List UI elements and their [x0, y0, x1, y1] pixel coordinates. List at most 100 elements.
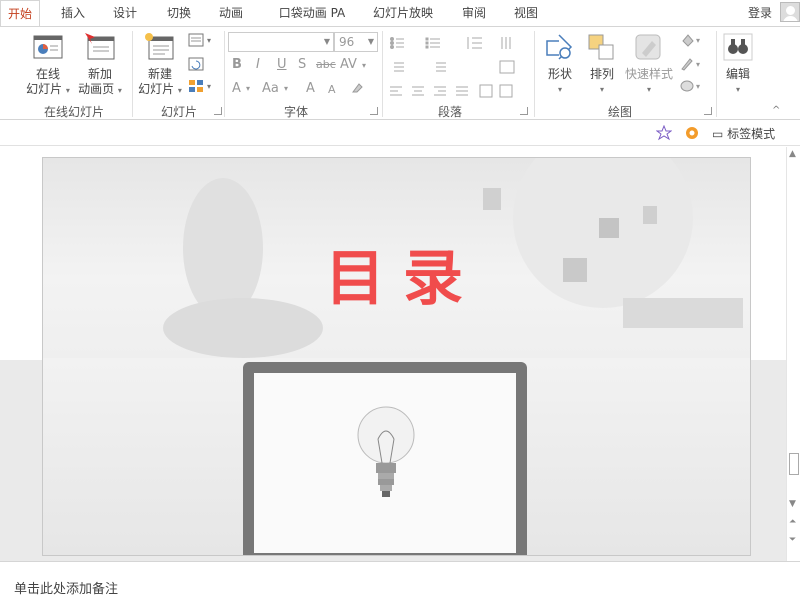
previous-slide-icon[interactable]: ⏶	[789, 517, 796, 527]
group-separator	[224, 31, 225, 117]
tab-animations[interactable]: 动画	[210, 0, 252, 26]
slide-canvas[interactable]: 目录	[42, 157, 751, 556]
tab-review[interactable]: 审阅	[454, 0, 494, 26]
quick-styles-button[interactable]: 快速样式 ▾	[622, 31, 676, 97]
ribbon: 在线 幻灯片 ▾ 新加 动画页 ▾ 在线幻灯片 新建 幻灯片 ▾ ▾ ▾ 幻灯片…	[0, 26, 800, 120]
layout-icon[interactable]: ▾	[188, 33, 214, 50]
new-slide-line1: 新建	[147, 67, 172, 81]
vertical-scrollbar[interactable]: ▲ ▼ ⏶ ⏷	[786, 147, 800, 561]
svg-text:▾: ▾	[696, 82, 700, 91]
online-slides-line1: 在线	[35, 67, 60, 81]
scroll-down-icon[interactable]: ▼	[789, 499, 796, 509]
group-separator	[382, 31, 383, 117]
laptop-screen	[254, 373, 516, 553]
tab-home[interactable]: 开始	[0, 0, 40, 27]
add-animation-page-button[interactable]: 新加 动画页 ▾	[74, 31, 126, 98]
chevron-down-icon[interactable]: ▾	[246, 84, 250, 93]
chevron-down-icon[interactable]: ▾	[362, 61, 366, 70]
chevron-down-icon: ▼	[323, 37, 330, 46]
gear-icon[interactable]	[684, 125, 700, 144]
next-slide-icon[interactable]: ⏷	[789, 535, 796, 545]
shape-effects-icon[interactable]: ▾	[680, 79, 704, 96]
svg-text:▾: ▾	[696, 36, 700, 45]
user-avatar[interactable]	[780, 2, 800, 22]
group-separator	[534, 31, 535, 117]
scroll-thumb[interactable]	[789, 453, 799, 475]
italic-button[interactable]: I	[256, 57, 260, 72]
shape-fill-icon[interactable]: ▾	[680, 33, 704, 50]
arrange-button[interactable]: 排列 ▾	[584, 31, 620, 97]
change-case-button[interactable]: Aa	[262, 81, 279, 96]
tag-mode-button[interactable]: ▭ 标签模式	[712, 125, 775, 142]
notes-placeholder[interactable]: 单击此处添加备注	[14, 578, 118, 597]
font-name-combo[interactable]: ▼	[228, 32, 334, 52]
group-separator	[716, 31, 717, 117]
group-label-drawing: 绘图	[607, 105, 632, 119]
notes-pane[interactable]: 单击此处添加备注	[0, 561, 800, 600]
drawing-launcher-icon[interactable]	[704, 107, 712, 115]
increase-font-button[interactable]: A	[306, 81, 315, 96]
svg-text:▾: ▾	[696, 60, 700, 69]
group-label-slides: 幻灯片	[160, 105, 197, 119]
char-spacing-button[interactable]: AV	[340, 57, 357, 72]
editing-button[interactable]: 编辑 ▾	[720, 31, 756, 97]
paragraph-launcher-icon[interactable]	[520, 107, 528, 115]
arrange-icon	[585, 31, 619, 63]
tab-view[interactable]: 视图	[506, 0, 546, 26]
ribbon-tab-bar: 开始 插入 设计 切换 动画 口袋动画 PA 幻灯片放映 审阅 视图 登录	[0, 0, 800, 27]
new-slide-line2: 幻灯片 ▾	[138, 82, 182, 96]
new-slide-icon	[143, 31, 177, 63]
group-separator	[132, 31, 133, 117]
shape-outline-icon[interactable]: ▾	[680, 57, 704, 74]
decrease-font-button[interactable]: A	[328, 83, 336, 96]
slide-title[interactable]: 目录	[303, 230, 503, 317]
slides-launcher-icon[interactable]	[214, 107, 222, 115]
chevron-down-icon: ▾	[557, 85, 562, 94]
underline-button[interactable]: U	[277, 57, 287, 72]
slide-workspace: 目录	[0, 147, 786, 561]
tab-design[interactable]: 设计	[104, 0, 146, 26]
collapse-ribbon-icon[interactable]: ^	[772, 105, 780, 116]
tab-insert[interactable]: 插入	[52, 0, 94, 26]
tag-mode-label: 标签模式	[727, 127, 776, 141]
magic-wand-icon[interactable]	[655, 124, 673, 144]
shapes-button[interactable]: 形状 ▾	[540, 31, 580, 97]
online-slides-line2: 幻灯片 ▾	[26, 82, 70, 96]
strikethrough-button[interactable]: abc	[316, 58, 336, 71]
chevron-down-icon: ▼	[367, 37, 374, 46]
tab-pocket-animation[interactable]: 口袋动画 PA	[272, 0, 352, 26]
chevron-down-icon: ▾	[599, 85, 604, 94]
section-icon[interactable]: ▾	[188, 79, 214, 96]
scroll-up-icon[interactable]: ▲	[789, 149, 796, 159]
chevron-down-icon: ▾	[735, 85, 740, 94]
login-link[interactable]: 登录	[748, 0, 772, 26]
tab-slideshow[interactable]: 幻灯片放映	[368, 0, 438, 26]
font-size-combo[interactable]: 96 ▼	[334, 32, 378, 52]
shadow-button[interactable]: S	[298, 57, 306, 72]
clear-format-icon[interactable]	[350, 81, 364, 99]
quick-styles-label: 快速样式	[624, 67, 673, 81]
reset-icon[interactable]	[188, 57, 208, 74]
tag-mode-icon: ▭	[712, 127, 724, 141]
editing-label: 编辑	[725, 67, 750, 81]
group-label-paragraph: 段落	[437, 105, 462, 119]
tab-transitions[interactable]: 切换	[158, 0, 200, 26]
arrange-label: 排列	[589, 67, 614, 81]
online-slide-icon	[31, 31, 65, 63]
add-animation-line1: 新加	[87, 67, 112, 81]
font-color-button[interactable]: A	[232, 81, 241, 96]
chevron-down-icon: ▾	[646, 85, 651, 94]
shapes-label: 形状	[547, 67, 572, 81]
animation-page-icon	[83, 31, 117, 63]
add-animation-line2: 动画页 ▾	[78, 82, 122, 96]
shapes-icon	[543, 31, 577, 63]
binoculars-icon	[721, 31, 755, 63]
laptop-image	[243, 362, 527, 555]
chevron-down-icon[interactable]: ▾	[284, 84, 288, 93]
bold-button[interactable]: B	[232, 57, 242, 72]
font-size-value: 96	[339, 35, 355, 49]
font-launcher-icon[interactable]	[370, 107, 378, 115]
group-label-font: 字体	[283, 105, 308, 119]
online-slides-button[interactable]: 在线 幻灯片 ▾	[22, 31, 74, 98]
new-slide-button[interactable]: 新建 幻灯片 ▾	[136, 31, 184, 98]
